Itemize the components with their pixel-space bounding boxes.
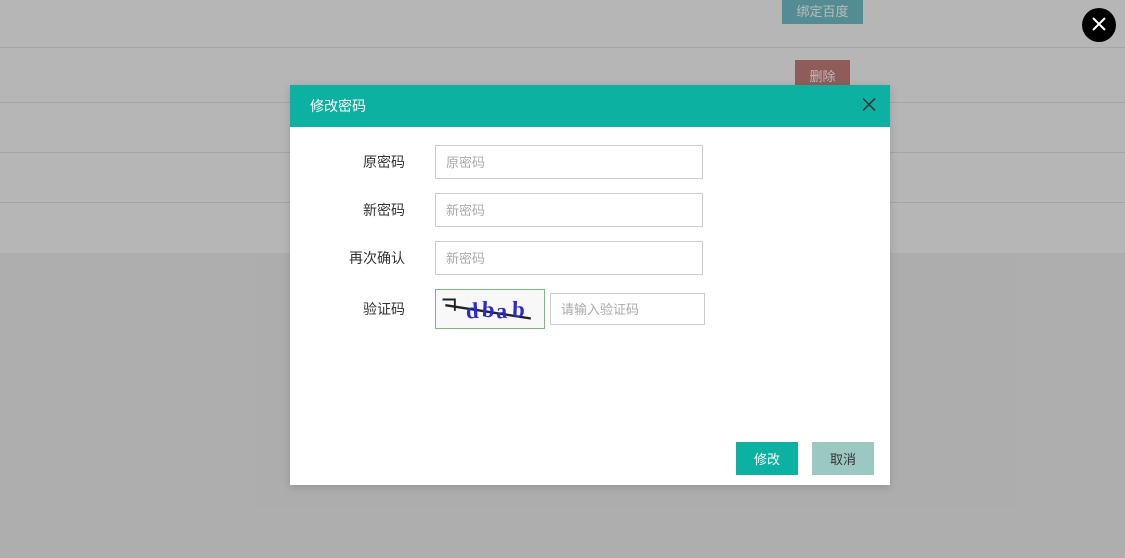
cancel-button[interactable]: 取消 — [812, 442, 874, 475]
svg-text:d: d — [465, 298, 480, 324]
captcha-svg: d b a b — [436, 290, 544, 328]
original-password-input[interactable] — [435, 145, 703, 179]
confirm-password-input[interactable] — [435, 241, 703, 275]
original-password-label: 原密码 — [320, 152, 405, 172]
new-password-label: 新密码 — [320, 200, 405, 220]
page-close-button[interactable] — [1082, 8, 1116, 42]
modal-header: 修改密码 — [290, 85, 890, 127]
modal-body: 原密码 新密码 再次确认 验证码 d b a b — [290, 127, 890, 431]
captcha-input[interactable] — [550, 293, 705, 325]
close-icon — [1091, 16, 1107, 35]
captcha-image[interactable]: d b a b — [435, 289, 545, 329]
modal-title: 修改密码 — [310, 96, 366, 116]
modal-close-button[interactable] — [862, 98, 876, 115]
close-icon — [862, 98, 876, 115]
svg-text:b: b — [481, 297, 496, 323]
new-password-input[interactable] — [435, 193, 703, 227]
change-password-modal: 修改密码 原密码 新密码 再次确认 验证码 d — [290, 85, 890, 485]
confirm-password-label: 再次确认 — [320, 248, 405, 268]
svg-text:b: b — [512, 297, 527, 322]
modal-footer: 修改 取消 — [290, 431, 890, 485]
svg-text:a: a — [495, 299, 509, 324]
submit-button[interactable]: 修改 — [736, 442, 798, 475]
captcha-label: 验证码 — [320, 299, 405, 319]
